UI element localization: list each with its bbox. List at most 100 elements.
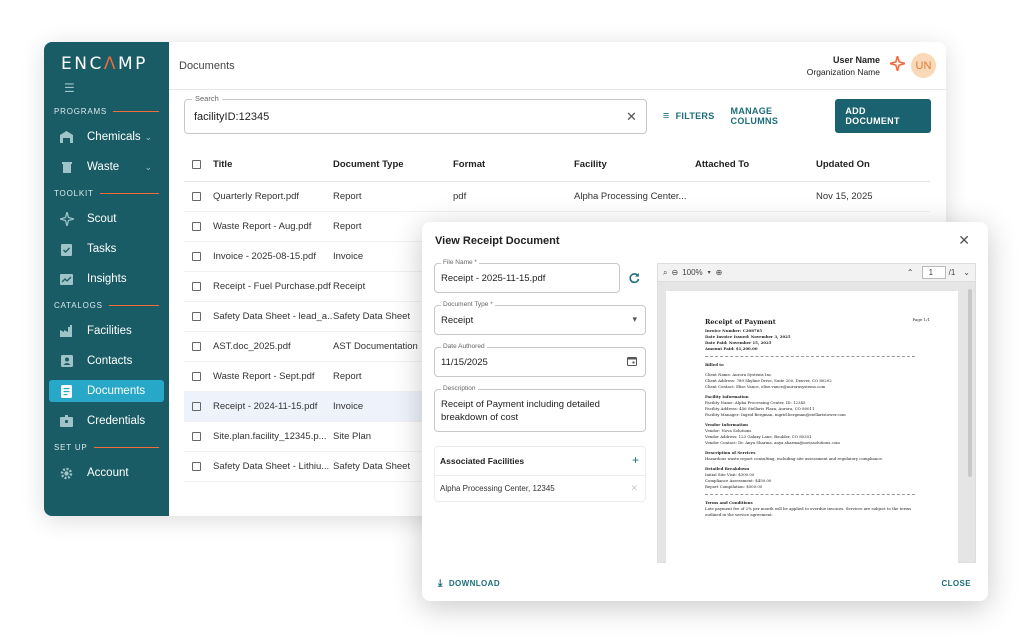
- clear-search-icon[interactable]: ✕: [626, 109, 637, 125]
- pdf-toolbar: ⌕ ⊖ 100% ▾ ⊕ ⌃ 1 /1 ⌄: [658, 264, 975, 282]
- sidebar-item-scout[interactable]: Scout: [49, 208, 164, 230]
- row-checkbox[interactable]: [192, 282, 201, 291]
- collapse-sidebar-icon[interactable]: ☰: [44, 74, 169, 96]
- page-number-input[interactable]: 1: [921, 266, 946, 279]
- sidebar-item-label: Facilities: [87, 325, 132, 337]
- sparkle-icon: [59, 212, 74, 227]
- add-facility-icon[interactable]: +: [632, 453, 639, 467]
- column-header-title[interactable]: Title: [213, 159, 333, 170]
- chevron-down-icon[interactable]: ⌄: [144, 162, 152, 173]
- page-total: /1: [948, 268, 956, 277]
- column-header-type[interactable]: Document Type: [333, 159, 453, 170]
- sidebar-item-label: Scout: [87, 213, 117, 225]
- dropdown-arrow-icon: ▾: [632, 314, 637, 324]
- row-checkbox[interactable]: [192, 312, 201, 321]
- row-checkbox[interactable]: [192, 252, 201, 261]
- user-info[interactable]: User Name Organization Name: [807, 54, 880, 78]
- cell-title: Invoice - 2025-08-15.pdf: [213, 251, 316, 262]
- download-icon: ⤓: [438, 578, 443, 589]
- pdf-scrollbar[interactable]: [968, 289, 972, 477]
- description-field[interactable]: Description Receipt of Payment including…: [434, 385, 646, 432]
- search-input[interactable]: Search facilityID:12345 ✕: [184, 93, 647, 134]
- column-header-attached[interactable]: Attached To: [695, 159, 816, 170]
- sidebar-item-waste[interactable]: Waste ⌄: [49, 156, 164, 178]
- cell-title: Receipt - Fuel Purchase.pdf: [213, 281, 331, 292]
- sidebar-item-credentials[interactable]: Credentials: [49, 410, 164, 432]
- contact-card-icon: [59, 354, 74, 369]
- doc-line: Amount Paid: $1,200.00: [705, 346, 758, 351]
- sidebar-item-label: Waste: [87, 161, 120, 173]
- facility-chip: Alpha Processing Center, 12345: [440, 484, 555, 493]
- clipboard-check-icon: [59, 242, 74, 257]
- section-toolkit: TOOLKIT: [44, 186, 169, 200]
- dialog-title: View Receipt Document: [435, 235, 560, 247]
- sidebar-item-contacts[interactable]: Contacts: [49, 350, 164, 372]
- refresh-icon[interactable]: [628, 271, 640, 289]
- document-type-select[interactable]: Document Type * Receipt ▾: [434, 301, 646, 335]
- zoom-in-icon[interactable]: ⊕: [716, 268, 723, 277]
- zoom-level[interactable]: 100%: [682, 268, 702, 277]
- date-authored-field[interactable]: Date Authored 11/15/2025: [434, 343, 646, 377]
- cell-title: Waste Report - Sept.pdf: [213, 371, 315, 382]
- filters-button[interactable]: ≡ FILTERS: [663, 110, 715, 122]
- prev-page-icon[interactable]: ⌃: [907, 268, 914, 277]
- download-button[interactable]: ⤓ DOWNLOAD: [438, 578, 500, 589]
- warehouse-icon: [59, 130, 74, 145]
- column-header-facility[interactable]: Facility: [574, 159, 695, 170]
- cell-type: Report: [333, 191, 362, 202]
- file-name-field[interactable]: File Name * Receipt - 2025-11-15.pdf: [434, 259, 620, 293]
- row-checkbox[interactable]: [192, 342, 201, 351]
- cell-format: pdf: [453, 191, 467, 202]
- zoom-dropdown-icon[interactable]: ▾: [708, 269, 711, 276]
- cell-title: Receipt - 2024-11-15.pdf: [213, 401, 318, 412]
- sidebar-item-documents[interactable]: Documents: [49, 380, 164, 402]
- sidebar-item-account[interactable]: Account: [49, 462, 164, 484]
- user-name: User Name: [832, 54, 880, 65]
- column-header-updated[interactable]: Updated On: [816, 159, 916, 170]
- calendar-icon[interactable]: [627, 356, 637, 368]
- row-checkbox[interactable]: [192, 372, 201, 381]
- cell-title: Safety Data Sheet - lead_a...: [213, 311, 333, 322]
- toolbar: Search facilityID:12345 ✕ ≡ FILTERS MANA…: [184, 93, 931, 134]
- view-receipt-dialog: View Receipt Document ✕ File Name * Rece…: [422, 222, 988, 601]
- row-checkbox[interactable]: [192, 192, 201, 201]
- sidebar-item-label: Contacts: [87, 355, 133, 367]
- row-checkbox[interactable]: [192, 462, 201, 471]
- row-checkbox[interactable]: [192, 402, 201, 411]
- close-button[interactable]: CLOSE: [941, 579, 971, 588]
- search-icon[interactable]: ⌕: [663, 268, 667, 278]
- breadcrumb: Documents: [179, 59, 235, 72]
- section-programs: PROGRAMS: [44, 104, 169, 118]
- trash-icon: [59, 160, 74, 175]
- sidebar-item-label: Credentials: [87, 415, 146, 427]
- encamp-logo[interactable]: ENCΛMP: [44, 42, 169, 74]
- sidebar-item-insights[interactable]: Insights: [49, 268, 164, 290]
- row-checkbox[interactable]: [192, 432, 201, 441]
- zoom-out-icon[interactable]: ⊖: [671, 268, 678, 277]
- cell-title: Safety Data Sheet - Lithiu...: [213, 461, 330, 472]
- next-page-icon[interactable]: ⌄: [963, 268, 970, 277]
- doc-line: Report Compilation: $500.00: [705, 484, 763, 489]
- select-all-checkbox[interactable]: [192, 160, 201, 169]
- search-value: facilityID:12345: [194, 110, 270, 123]
- row-checkbox[interactable]: [192, 222, 201, 231]
- cell-facility: Alpha Processing Center...: [574, 191, 687, 202]
- search-label: Search: [192, 93, 222, 103]
- associated-facilities-panel: Associated Facilities + Alpha Processing…: [434, 446, 646, 502]
- sidebar-item-label: Tasks: [87, 243, 117, 255]
- table-row[interactable]: Quarterly Report.pdf Report pdf Alpha Proce…: [184, 182, 930, 212]
- column-header-format[interactable]: Format: [453, 159, 574, 170]
- badge-icon: [59, 414, 74, 429]
- chevron-down-icon[interactable]: ⌄: [144, 132, 152, 143]
- cell-title: Waste Report - Aug.pdf: [213, 221, 312, 232]
- close-icon[interactable]: ✕: [958, 232, 970, 249]
- add-document-button[interactable]: ADD DOCUMENT: [835, 99, 931, 133]
- sidebar-item-facilities[interactable]: Facilities: [49, 320, 164, 342]
- scout-sparkle-icon[interactable]: [886, 52, 909, 76]
- remove-facility-icon[interactable]: ✕: [630, 483, 638, 494]
- sidebar-item-tasks[interactable]: Tasks: [49, 238, 164, 260]
- sidebar-item-chemicals[interactable]: Chemicals ⌄: [49, 126, 164, 148]
- cell-title: AST.doc_2025.pdf: [213, 341, 291, 352]
- manage-columns-button[interactable]: MANAGE COLUMNS: [731, 106, 821, 126]
- avatar[interactable]: UN: [911, 53, 936, 78]
